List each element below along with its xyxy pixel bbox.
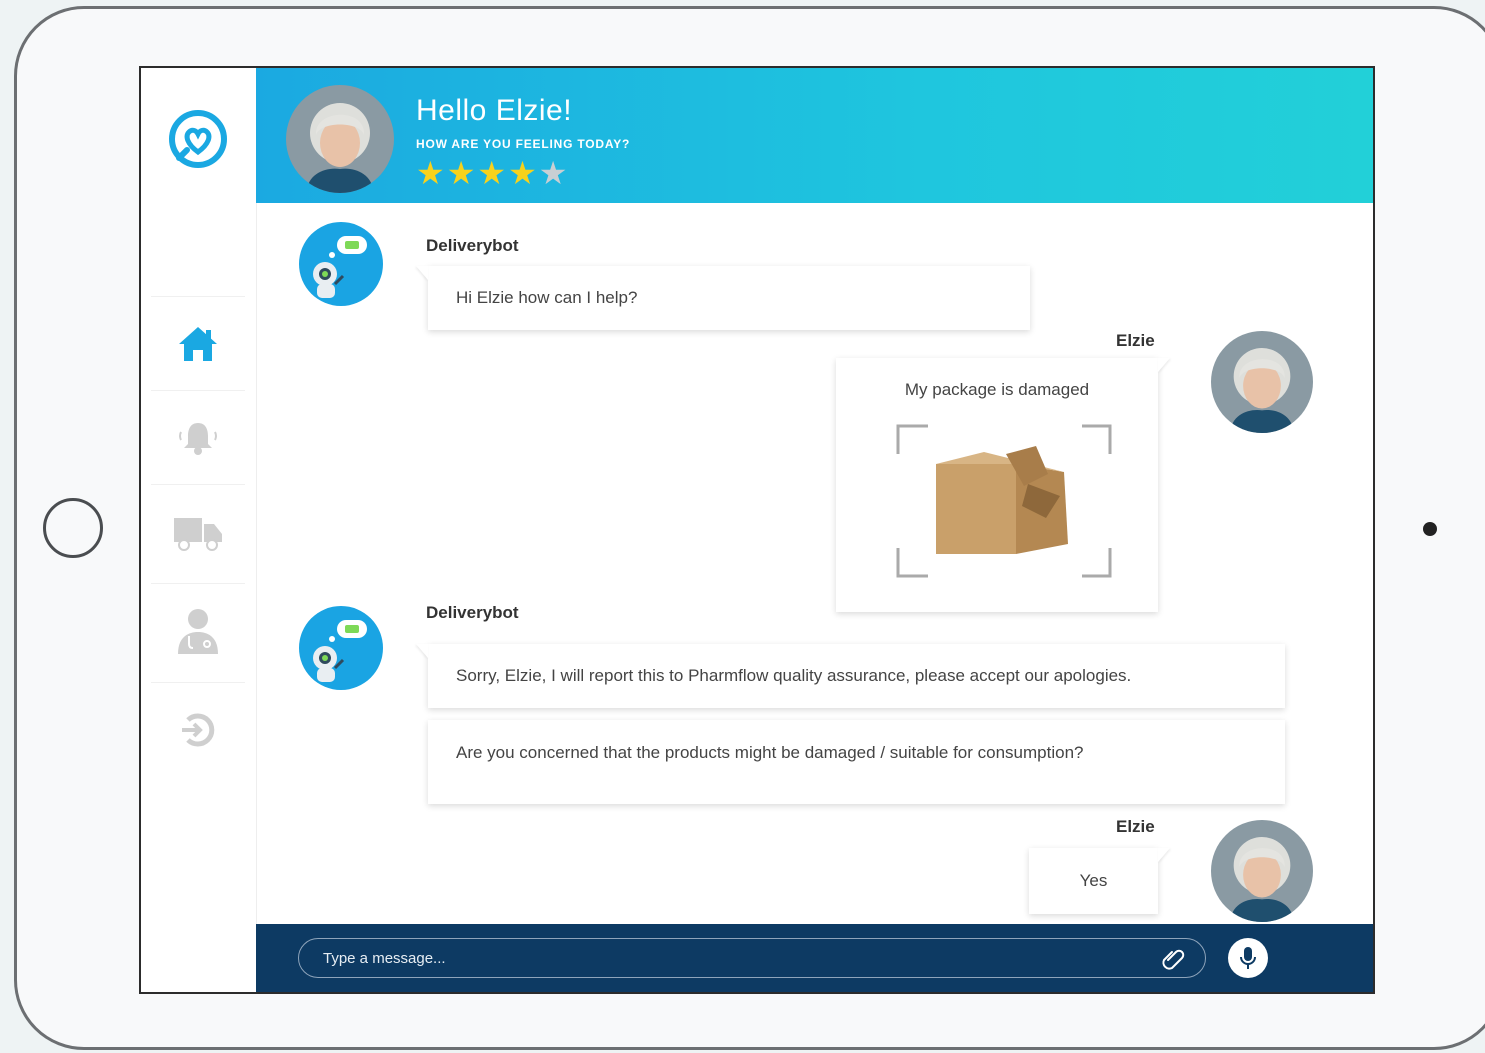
- sender-name: Elzie: [1116, 817, 1155, 836]
- sidebar-item-logout[interactable]: [151, 682, 245, 777]
- bell-icon: [179, 423, 217, 455]
- rating-star-icon[interactable]: ★: [539, 156, 568, 190]
- chat-thread: Deliverybot Hi Elzie how can I help? Elz…: [256, 203, 1373, 924]
- bot-message-bubble: Sorry, Elzie, I will report this to Phar…: [428, 644, 1285, 708]
- user-avatar[interactable]: [286, 85, 394, 193]
- rating-star-icon[interactable]: ★: [447, 156, 476, 190]
- device-home-button[interactable]: [43, 498, 103, 558]
- user-message-bubble: My package is damaged: [836, 358, 1158, 612]
- doctor-icon: [178, 609, 218, 654]
- damaged-package-photo[interactable]: [896, 424, 1112, 578]
- sender-name: Deliverybot: [426, 603, 519, 622]
- sender-name: Deliverybot: [426, 236, 519, 255]
- paperclip-icon[interactable]: [1160, 946, 1186, 972]
- message-text: My package is damaged: [904, 380, 1090, 399]
- greeting-title: Hello Elzie!: [416, 94, 573, 127]
- feeling-rating[interactable]: ★ ★ ★ ★ ★: [416, 156, 567, 190]
- deliverybot-avatar: [299, 222, 383, 306]
- greeting-subtitle: HOW ARE YOU FEELING TODAY?: [416, 137, 631, 151]
- microphone-button[interactable]: [1228, 938, 1268, 978]
- app-header: Hello Elzie! HOW ARE YOU FEELING TODAY? …: [256, 68, 1373, 203]
- app-logo-icon[interactable]: [167, 108, 229, 170]
- sender-name: Elzie: [1116, 331, 1155, 350]
- message-composer: [256, 924, 1373, 992]
- user-message-bubble: Yes: [1029, 848, 1158, 914]
- home-icon: [179, 327, 217, 361]
- sidebar-item-doctor[interactable]: [151, 583, 245, 678]
- truck-icon: [174, 518, 222, 551]
- bot-message-bubble: Are you concerned that the products migh…: [428, 720, 1285, 804]
- deliverybot-avatar: [299, 606, 383, 690]
- sidebar-item-home[interactable]: [151, 296, 245, 391]
- message-text: Yes: [1079, 871, 1108, 890]
- message-text: Are you concerned that the products migh…: [456, 743, 1084, 762]
- bot-message-bubble: Hi Elzie how can I help?: [428, 266, 1030, 330]
- message-input[interactable]: [298, 938, 1206, 978]
- rating-star-icon[interactable]: ★: [416, 156, 445, 190]
- sidebar-item-deliveries[interactable]: [151, 484, 245, 579]
- message-text: Sorry, Elzie, I will report this to Phar…: [456, 666, 1132, 685]
- sidebar-item-notifications[interactable]: [151, 390, 245, 485]
- device-camera: [1423, 522, 1437, 536]
- microphone-icon: [1240, 947, 1256, 969]
- app-screen: Hello Elzie! HOW ARE YOU FEELING TODAY? …: [139, 66, 1375, 994]
- sidebar: [141, 68, 257, 992]
- rating-star-icon[interactable]: ★: [477, 156, 506, 190]
- rating-star-icon[interactable]: ★: [508, 156, 537, 190]
- elzie-avatar: [1211, 331, 1313, 433]
- message-text: Hi Elzie how can I help?: [456, 288, 638, 307]
- elzie-avatar: [1211, 820, 1313, 922]
- logout-icon: [182, 713, 215, 747]
